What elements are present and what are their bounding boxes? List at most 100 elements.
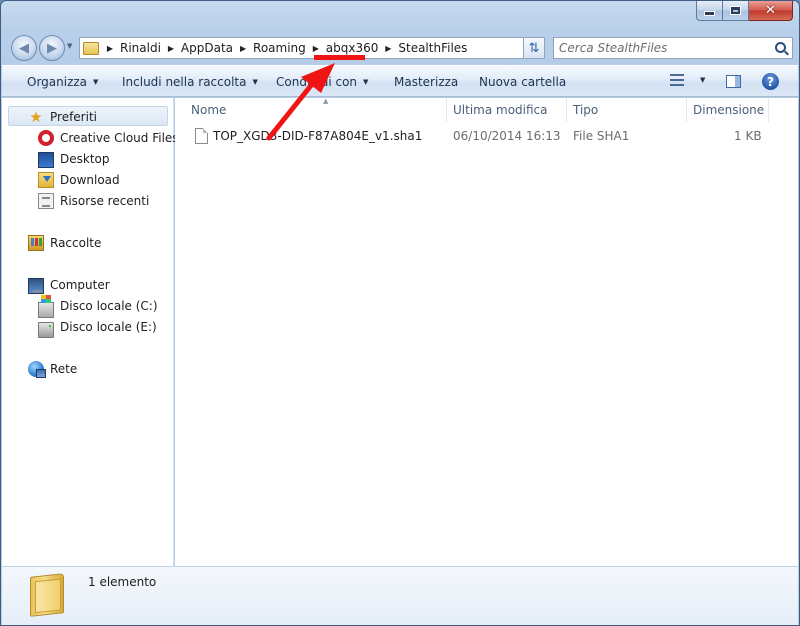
breadcrumb: ▶ Rinaldi ▶ AppData ▶ Roaming ▶ abqx360 … <box>103 38 470 58</box>
share-with-label: Condividi con <box>276 75 358 89</box>
sidebar-item-label: Computer <box>50 278 110 292</box>
recent-pages-dropdown[interactable]: ▼ <box>67 42 72 50</box>
file-modified: 06/10/2014 16:13 <box>453 129 561 143</box>
network-icon <box>28 361 46 378</box>
column-header-type[interactable]: Tipo <box>567 98 687 122</box>
sidebar-item-label: Raccolte <box>50 236 102 250</box>
command-bar: Organizza ▼ Includi nella raccolta ▼ Con… <box>2 65 798 97</box>
caption-buttons: ✕ <box>696 1 793 21</box>
sidebar-item-desktop[interactable]: Desktop <box>38 150 110 168</box>
chevron-right-icon[interactable]: ▶ <box>103 44 117 53</box>
breadcrumb-appdata[interactable]: AppData <box>178 41 236 55</box>
column-header-name[interactable]: Nome ▲ <box>185 97 447 122</box>
table-row[interactable]: TOP_XGD3-DID-F87A804E_v1.sha1 06/10/2014… <box>175 126 795 148</box>
organize-label: Organizza <box>27 75 88 89</box>
minimize-button[interactable] <box>696 1 723 21</box>
navigation-row: ◀ ▶ ▼ ▶ Rinaldi ▶ AppData ▶ Roaming ▶ ab… <box>9 33 793 63</box>
new-folder-button[interactable]: Nuova cartella <box>479 73 566 91</box>
file-type: File SHA1 <box>573 129 630 143</box>
file-size: 1 KB <box>734 129 762 143</box>
arrow-right-icon: ▶ <box>47 40 57 56</box>
breadcrumb-abqx360[interactable]: abqx360 <box>323 41 382 55</box>
details-pane: 1 elemento <box>2 566 798 625</box>
include-in-library-label: Includi nella raccolta <box>122 75 247 89</box>
file-name[interactable]: TOP_XGD3-DID-F87A804E_v1.sha1 <box>213 129 422 143</box>
creative-cloud-icon <box>38 130 54 146</box>
sidebar-item-drive-c[interactable]: Disco locale (C:) <box>38 294 158 318</box>
forward-button[interactable]: ▶ <box>39 35 65 61</box>
annotation-underline <box>314 55 365 60</box>
chevron-right-icon[interactable]: ▶ <box>236 44 250 53</box>
desktop-icon <box>38 152 54 168</box>
refresh-icon: ⇅ <box>528 40 540 56</box>
share-with-button[interactable]: Condividi con ▼ <box>276 73 368 91</box>
breadcrumb-roaming[interactable]: Roaming <box>250 41 309 55</box>
maximize-button[interactable] <box>723 1 749 21</box>
sidebar-item-label: Disco locale (C:) <box>60 299 158 313</box>
new-folder-label: Nuova cartella <box>479 75 567 89</box>
star-icon: ★ <box>29 108 43 126</box>
sidebar-item-libraries[interactable]: Raccolte <box>28 234 101 252</box>
close-button[interactable]: ✕ <box>749 1 793 21</box>
folder-icon <box>83 41 99 55</box>
sidebar-item-label: Risorse recenti <box>60 194 150 208</box>
column-header-label: Tipo <box>573 103 599 117</box>
column-header-label: Dimensione <box>693 103 765 117</box>
file-icon <box>195 128 208 144</box>
sidebar-item-recent-places[interactable]: Risorse recenti <box>38 192 149 210</box>
recent-places-icon <box>38 193 54 209</box>
sidebar-item-computer[interactable]: Computer <box>28 276 110 294</box>
search-icon[interactable] <box>775 42 786 53</box>
maximize-icon <box>730 6 741 15</box>
chevron-right-icon[interactable]: ▶ <box>381 44 395 53</box>
hard-drive-icon <box>38 322 54 338</box>
views-icon <box>670 74 684 86</box>
chevron-down-icon[interactable]: ▼ <box>700 76 705 84</box>
refresh-button[interactable]: ⇅ <box>523 37 545 59</box>
preview-pane-icon[interactable] <box>726 75 741 88</box>
column-header-modified[interactable]: Ultima modifica <box>447 98 567 122</box>
sidebar-item-label: Preferiti <box>50 110 97 124</box>
chevron-down-icon: ▼ <box>252 78 258 86</box>
system-drive-icon <box>38 294 54 318</box>
back-button[interactable]: ◀ <box>11 35 37 61</box>
column-header-label: Nome <box>191 103 227 117</box>
breadcrumb-rinaldi[interactable]: Rinaldi <box>117 41 164 55</box>
change-view-button[interactable]: ▼ <box>670 74 705 86</box>
sort-ascending-icon: ▲ <box>323 97 329 105</box>
arrow-left-icon: ◀ <box>19 40 29 56</box>
chevron-down-icon: ▼ <box>363 78 369 86</box>
include-in-library-button[interactable]: Includi nella raccolta ▼ <box>122 73 258 91</box>
navigation-pane: ★ Preferiti Creative Cloud Files Desktop… <box>2 98 179 566</box>
search-input[interactable] <box>559 39 759 57</box>
item-count: 1 elemento <box>88 575 157 589</box>
sidebar-item-drive-e[interactable]: Disco locale (E:) <box>38 318 157 338</box>
file-list: Nome ▲ Ultima modifica Tipo Dimensione T… <box>175 97 798 566</box>
sidebar-item-creative-cloud[interactable]: Creative Cloud Files <box>38 129 179 147</box>
sidebar-item-download[interactable]: Download <box>38 171 120 189</box>
breadcrumb-stealthfiles[interactable]: StealthFiles <box>395 41 470 55</box>
sidebar-item-favorites[interactable]: ★ Preferiti <box>28 108 97 126</box>
sidebar-item-label: Disco locale (E:) <box>60 320 157 334</box>
burn-label: Masterizza <box>394 75 459 89</box>
sidebar-item-network[interactable]: Rete <box>28 360 77 378</box>
chevron-right-icon[interactable]: ▶ <box>309 44 323 53</box>
search-box <box>553 37 793 59</box>
download-folder-icon <box>38 172 54 188</box>
sidebar-item-label: Rete <box>50 362 78 376</box>
column-header-size[interactable]: Dimensione <box>687 98 769 122</box>
minimize-icon <box>704 11 715 16</box>
burn-button[interactable]: Masterizza <box>394 73 458 91</box>
computer-icon <box>28 277 44 294</box>
sidebar-item-label: Desktop <box>60 152 110 166</box>
chevron-right-icon[interactable]: ▶ <box>164 44 178 53</box>
address-bar[interactable]: ▶ Rinaldi ▶ AppData ▶ Roaming ▶ abqx360 … <box>79 37 545 59</box>
column-header-label: Ultima modifica <box>453 103 548 117</box>
folder-icon <box>30 573 64 617</box>
explorer-window: ✕ ◀ ▶ ▼ ▶ Rinaldi ▶ AppData ▶ Roaming ▶ … <box>0 0 800 626</box>
libraries-icon <box>28 235 44 251</box>
sidebar-item-label: Download <box>60 173 120 187</box>
help-icon[interactable]: ? <box>762 73 779 90</box>
organize-button[interactable]: Organizza ▼ <box>27 73 98 91</box>
sidebar-item-label: Creative Cloud Files <box>60 131 179 145</box>
